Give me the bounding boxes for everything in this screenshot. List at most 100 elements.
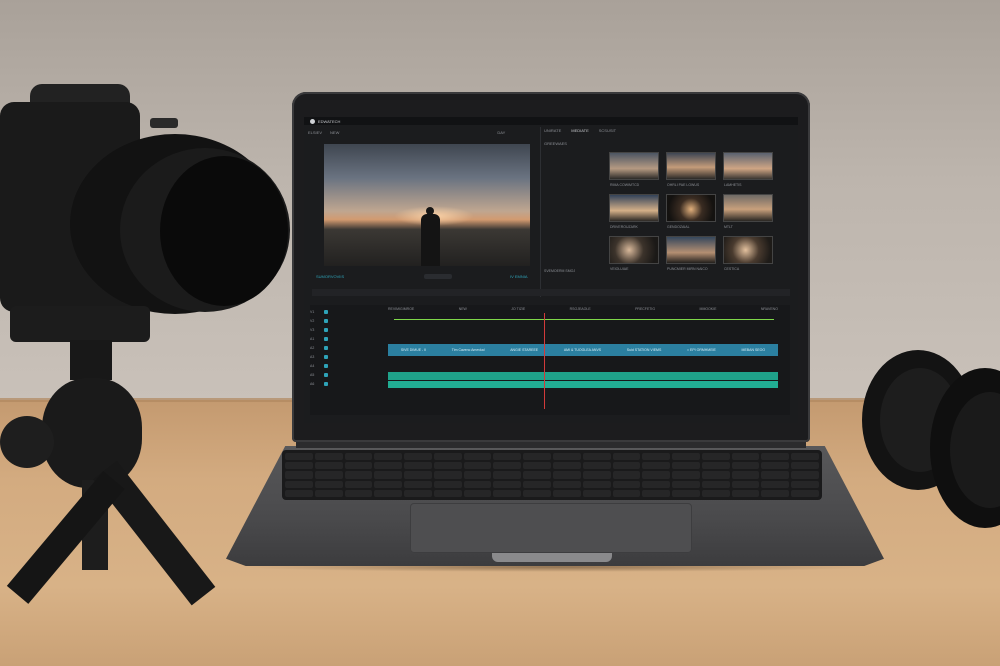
keyboard-key — [314, 453, 343, 461]
track-header[interactable]: V2 — [310, 316, 386, 325]
keyboard-key — [344, 471, 373, 479]
track-toggle-icon[interactable] — [324, 372, 328, 377]
tab-media[interactable]: SCSUSIT — [599, 128, 616, 133]
track-toggle-icon[interactable] — [324, 363, 328, 368]
track-header[interactable]: A6 — [310, 379, 386, 388]
playback-controls[interactable] — [424, 274, 452, 279]
track-toggle-icon[interactable] — [324, 318, 328, 323]
track-toggle-icon[interactable] — [324, 309, 328, 314]
video-preview[interactable] — [324, 144, 530, 266]
media-thumbnail[interactable]: CESTICA — [723, 236, 773, 271]
keyboard-key — [314, 462, 343, 470]
keyboard-key — [285, 462, 313, 470]
keyboard-key — [404, 480, 432, 488]
video-clip[interactable]: Suid STATION VIEMS — [627, 348, 662, 352]
keyboard-key — [642, 480, 671, 488]
keyboard-key — [672, 453, 700, 461]
media-thumbnail[interactable]: GENDOZAIAL — [666, 194, 716, 229]
keyboard-key — [731, 489, 760, 497]
track-header[interactable]: V1 — [310, 307, 386, 316]
keyboard-key — [612, 489, 641, 497]
media-thumbnail[interactable]: MTLT — [723, 194, 773, 229]
keyboard-key — [493, 480, 522, 488]
track-label: V2 — [310, 318, 315, 323]
thumbnail-label: CESTICA — [724, 267, 740, 271]
keyboard-key — [731, 480, 760, 488]
keyboard-key — [493, 489, 522, 497]
thumbnail-label: RIMA COWIMTCD — [610, 183, 640, 187]
keyboard-key — [642, 462, 671, 470]
track-header[interactable]: A4 — [310, 361, 386, 370]
video-clip[interactable]: SIVE DIMUE - II — [401, 348, 426, 352]
media-thumbnail[interactable]: LAMHETIS — [723, 152, 773, 187]
keyboard-key — [374, 480, 403, 488]
keyboard-key — [791, 471, 819, 479]
keyboard-key — [404, 489, 432, 497]
timeline-ruler[interactable]: REVIMIGIMROE NEW JO TIZIE RSOJEAOLE PREC… — [388, 307, 778, 313]
keyboard-key — [374, 489, 403, 497]
viewer-caption: IV EMNIA — [510, 274, 528, 279]
keyboard-key — [285, 471, 313, 479]
keyboard-key — [791, 489, 819, 497]
media-bin-label: GREEWAES — [544, 141, 567, 146]
keyboard-key — [523, 480, 551, 488]
menu-item[interactable]: DAY — [497, 130, 505, 135]
track-label: A2 — [310, 345, 315, 350]
keyboard-key — [433, 489, 462, 497]
track-header[interactable]: A3 — [310, 352, 386, 361]
media-thumbnail[interactable]: OHRLI PAE LOWUS — [666, 152, 716, 187]
keyboard-key — [791, 453, 819, 461]
ruler-label: MMOOKIE — [699, 307, 717, 311]
editing-toolbar[interactable] — [312, 289, 790, 296]
video-clip[interactable]: = EPI ORMHMEIE — [687, 348, 716, 352]
track-toggle-icon[interactable] — [324, 345, 328, 350]
ruler-label: NRAVENO — [760, 307, 778, 311]
tab-media[interactable]: MEDIATE — [571, 128, 588, 133]
track-toggle-icon[interactable] — [324, 327, 328, 332]
track-label: V1 — [310, 309, 315, 314]
tripod-ball-head — [42, 378, 142, 488]
audio-clip[interactable] — [388, 381, 778, 388]
media-thumbnail[interactable]: VEIOLUIAE — [609, 236, 659, 271]
track-toggle-icon[interactable] — [324, 381, 328, 386]
track-toggle-icon[interactable] — [324, 336, 328, 341]
video-clip[interactable]: Tim Cavenc Amevkal — [452, 348, 485, 352]
tab-media[interactable]: UNIRATE — [544, 128, 561, 133]
keyboard-key — [582, 471, 611, 479]
track-header[interactable]: V3 — [310, 325, 386, 334]
keyboard-key — [493, 471, 522, 479]
keyboard-key — [523, 453, 551, 461]
media-thumbnail[interactable]: RIMA COWIMTCD — [609, 152, 659, 187]
keyboard-key — [553, 462, 581, 470]
video-clip-track[interactable]: SIVE DIMUE - II Tim Cavenc Amevkal ANGIE… — [388, 344, 778, 356]
media-thumbnail[interactable]: PUNCMIER MIRN NAICO — [666, 236, 716, 271]
track-header[interactable]: A2 — [310, 343, 386, 352]
menu-item[interactable]: ELSIEV — [308, 130, 322, 135]
track-toggle-icon[interactable] — [324, 354, 328, 359]
keyboard-key — [612, 462, 641, 470]
keyboard-key — [701, 471, 730, 479]
keyboard-key — [731, 471, 760, 479]
track-header[interactable]: A1 — [310, 334, 386, 343]
keyboard-key — [404, 462, 432, 470]
tripod-plate — [10, 306, 150, 342]
keyboard-key — [463, 480, 492, 488]
audio-clip[interactable] — [388, 372, 778, 380]
track-header[interactable]: A5 — [310, 370, 386, 379]
video-clip[interactable]: MEBAN SEOO — [742, 348, 766, 352]
playhead[interactable] — [544, 313, 545, 409]
keyboard-key — [344, 489, 373, 497]
title-bar: EDWATECH — [304, 117, 798, 125]
laptop-keyboard — [282, 450, 822, 500]
menu-item[interactable]: NEW — [330, 130, 339, 135]
video-clip[interactable]: ANGIE STAREEE — [510, 348, 538, 352]
video-clip[interactable]: AMI & TUOGLEA ANVS — [564, 348, 601, 352]
media-footer: SVEMOERM SMOJ — [544, 269, 576, 273]
keyboard-key — [433, 462, 462, 470]
media-thumbnail[interactable]: DRIVEROUZARK — [609, 194, 659, 229]
thumbnail-label: OHRLI PAE LOWUS — [667, 183, 700, 187]
keyboard-key — [463, 489, 492, 497]
keyboard-key — [493, 453, 522, 461]
thumbnail-label: VEIOLUIAE — [610, 267, 629, 271]
keyboard-key — [701, 462, 730, 470]
